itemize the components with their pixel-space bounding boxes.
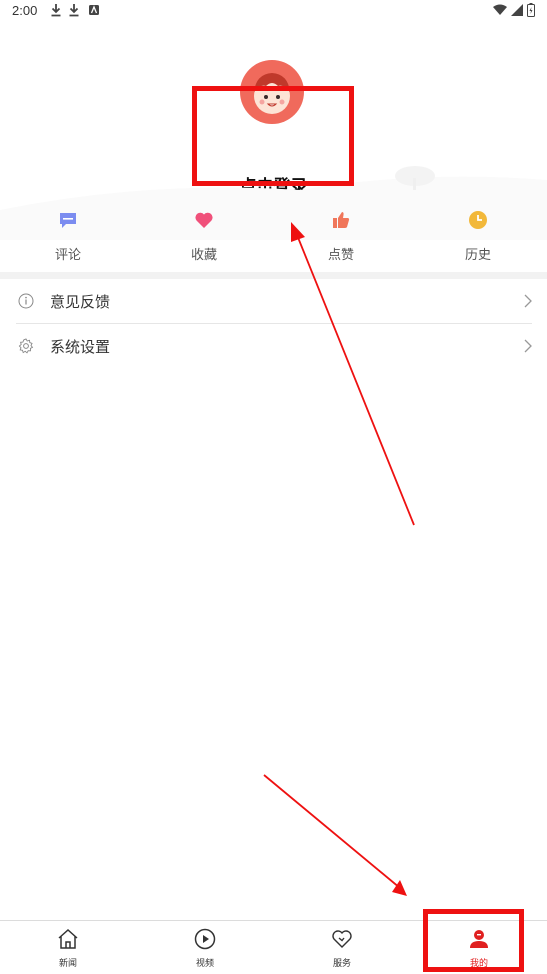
- signal-icon: [511, 4, 523, 16]
- nav-service[interactable]: 服务: [302, 921, 382, 974]
- list-item-label: 系统设置: [50, 338, 111, 356]
- app-icon: [89, 5, 99, 15]
- comment-icon: [60, 213, 76, 228]
- download-icon: [69, 4, 79, 17]
- nav-label: 新闻: [58, 959, 77, 969]
- section-divider: [0, 272, 547, 279]
- action-label: 历史: [464, 248, 491, 263]
- nav-label: 服务: [332, 959, 351, 969]
- play-icon: [194, 928, 216, 950]
- clock-icon: [469, 211, 487, 229]
- action-like[interactable]: 点赞: [301, 205, 381, 269]
- info-icon: [18, 293, 34, 309]
- chevron-right-icon: [524, 339, 532, 353]
- status-time: 2:00: [12, 3, 38, 18]
- nav-label: 视频: [195, 959, 214, 969]
- home-icon: [58, 928, 78, 949]
- gear-icon: [18, 338, 34, 354]
- status-indicators: [493, 3, 535, 17]
- action-label: 收藏: [190, 248, 217, 263]
- chevron-right-icon: [524, 294, 532, 308]
- action-favorite[interactable]: 收藏: [164, 205, 244, 269]
- wifi-icon: [493, 4, 507, 15]
- action-comment[interactable]: 评论: [28, 205, 108, 269]
- heart-icon: [195, 212, 213, 228]
- status-bar: 2:00: [0, 0, 547, 24]
- download-icon: [51, 4, 61, 17]
- battery-icon: [527, 3, 535, 17]
- thumbs-up-icon: [333, 212, 350, 228]
- nav-video[interactable]: 视频: [165, 921, 245, 974]
- list-item-label: 意见反馈: [50, 293, 111, 311]
- list-item-settings[interactable]: 系统设置: [0, 324, 547, 368]
- highlight-box-login: [192, 86, 354, 186]
- action-history[interactable]: 历史: [438, 205, 518, 269]
- highlight-box-mine: [423, 909, 524, 972]
- action-label: 点赞: [327, 248, 354, 263]
- list-item-feedback[interactable]: 意见反馈: [0, 279, 547, 323]
- quick-actions: 评论 收藏 点赞 历史: [0, 205, 547, 273]
- heart-outline-icon: [332, 930, 352, 948]
- nav-news[interactable]: 新闻: [28, 921, 108, 974]
- action-label: 评论: [54, 248, 81, 263]
